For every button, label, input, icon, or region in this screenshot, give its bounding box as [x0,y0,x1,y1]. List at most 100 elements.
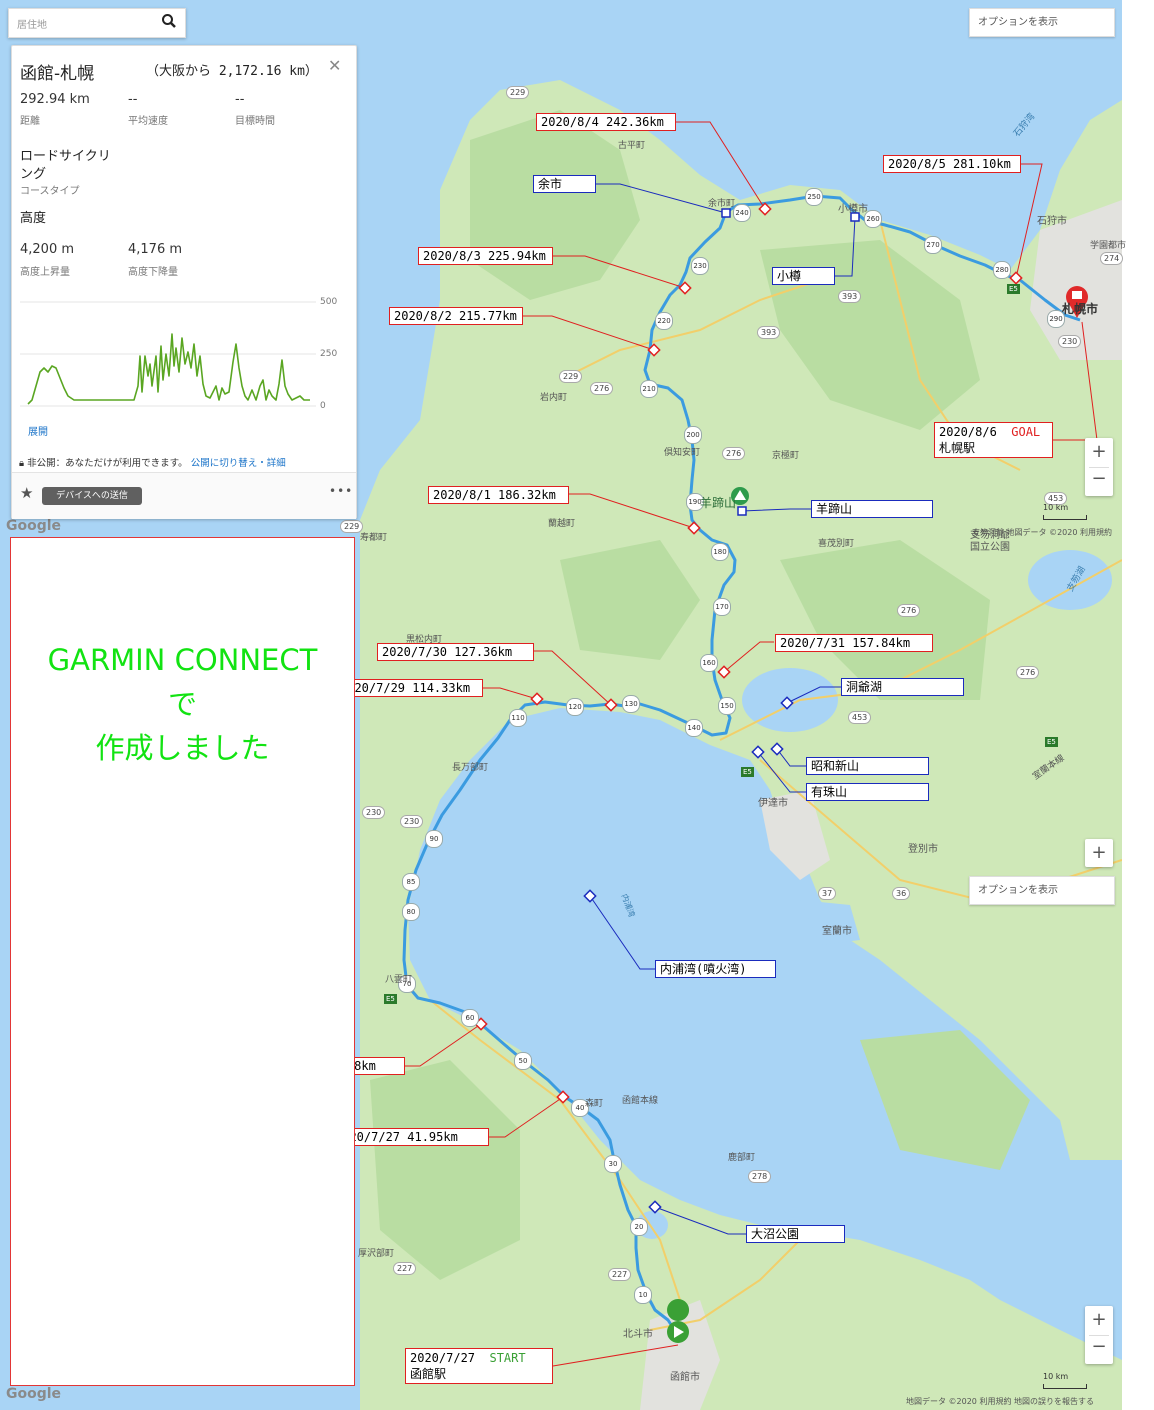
town-label: 喜茂別町 [818,539,855,549]
more-icon[interactable]: ••• [329,484,353,498]
elevation-line [27,333,310,405]
map-attribution: 支笏洞爺 地図データ ©2020 利用規約 [972,528,1112,537]
privacy-row: 🔒︎ 非公開：あなただけが利用できます。 公開に切り替え・詳細 [19,455,286,469]
town-label: 登別市 [908,844,938,855]
route-badge: 230 [1058,335,1082,348]
privacy-link[interactable]: 公開に切り替え・詳細 [191,458,286,469]
send-to-device-button[interactable]: デバイスへの送信 [42,487,142,505]
zoom-in-button[interactable]: + [1085,1309,1113,1330]
town-label: 蘭越町 [548,519,576,529]
km-marker: 50 [514,1052,532,1070]
km-marker: 130 [622,695,640,713]
route-badge: 227 [608,1268,632,1281]
scale-bar: 10 km [1043,503,1087,520]
km-marker: 120 [566,698,584,716]
km-marker: 170 [713,598,731,616]
avg-speed-value: -- [128,92,138,107]
route-badge: 230 [400,815,424,828]
elevation-ytick: 0 [320,401,326,411]
route-badge: 276 [590,382,614,395]
km-marker: 270 [924,236,942,254]
search-icon[interactable] [161,13,177,29]
target-time-label: 目標時間 [235,116,275,127]
route-badge: 276 [1016,666,1040,679]
place-showashinzan: 昭和新山 [806,757,929,775]
privacy-text: 非公開：あなただけが利用できます。 [27,458,188,469]
elevation-heading: 高度 [20,211,47,226]
annotation-2020-08-05: 2020/8/5 281.10km [883,155,1021,173]
town-label: 伊達市 [758,798,788,809]
km-marker: 140 [685,719,703,737]
route-badge: 230 [362,806,386,819]
expressway-badge: E5 [741,767,754,777]
zoom-in-button[interactable]: + [1085,441,1113,462]
route-badge: 276 [897,604,921,617]
zoom-control: + − [1085,438,1113,496]
annotation-start: 2020/7/27 START 函館駅 [405,1348,553,1384]
zoom-in-button[interactable]: + [1085,839,1113,867]
annotation-2020-07-31: 2020/7/31 157.84km [775,634,933,652]
town-label: 余市町 [708,199,736,209]
town-label: 長万部町 [452,763,489,773]
route-badge: 393 [838,290,862,303]
town-label: 岩内町 [540,393,568,403]
options-button[interactable]: オプションを表示 [969,876,1115,905]
elevation-chart [20,301,316,407]
route-badge: 37 [818,887,837,900]
annotation-2020-08-06: 2020/8/6 GOAL 札幌駅 [934,422,1053,458]
search-box[interactable]: 居住地 [8,8,186,38]
map-attribution: 地図データ ©2020 利用規約 地図の誤りを報告する [906,1397,1094,1406]
course-panel: 函館-札幌 （大阪から 2,172.16 km） ✕ 292.94 km 距離 … [11,45,357,519]
zoom-control: + − [1085,1306,1113,1364]
km-marker: 60 [461,1009,479,1027]
place-yoichi: 余市 [533,175,596,193]
scale-label: 10 km [1043,1372,1069,1381]
town-label: 八雲町 [385,975,413,985]
town-label: 国立公園 [970,542,1010,553]
km-marker: 160 [700,654,718,672]
km-marker: 220 [655,312,673,330]
route-badge: 36 [892,887,911,900]
note-line: 作成しました [95,731,270,765]
km-marker: 30 [604,1155,622,1173]
close-icon[interactable]: ✕ [328,56,341,75]
annotation-2020-08-04: 2020/8/4 242.36km [536,113,676,131]
expand-link[interactable]: 展開 [28,423,48,438]
goal-place: 札幌駅 [939,441,976,455]
km-marker: 85 [402,873,420,891]
expressway-badge: E5 [1007,284,1020,294]
town-label: 厚沢部町 [358,1249,395,1259]
km-marker: 240 [733,204,751,222]
town-label: 古平町 [618,141,646,151]
town-label: 札幌市 [1062,302,1099,316]
annotation-2020-08-01: 2020/8/1 186.32km [428,486,569,504]
route-badge: 274 [1100,252,1124,265]
km-marker: 280 [993,261,1011,279]
route-badge: 229 [340,520,364,533]
elevation-gain-value: 4,200 m [20,242,75,257]
km-marker: 20 [630,1218,648,1236]
panel-footer: ★ デバイスへの送信 ••• [12,472,356,519]
km-marker: 210 [640,380,658,398]
place-onuma: 大沼公園 [746,1225,845,1243]
distance-value: 292.94 km [20,92,90,107]
zoom-out-button[interactable]: − [1085,1336,1113,1357]
annotation-2020-07-29: 2020/7/29 114.33km [335,679,483,697]
annotation-2020-08-02: 2020/8/2 215.77km [389,307,523,325]
zoom-out-button[interactable]: − [1085,468,1113,489]
route-badge: 229 [559,370,583,383]
km-marker: 110 [509,709,527,727]
town-label: 京極町 [772,451,800,461]
route-badge: 278 [748,1170,772,1183]
place-yoteizan: 羊蹄山 [811,500,933,518]
start-word: START [489,1351,526,1365]
town-label: 倶知安町 [664,448,701,458]
star-icon[interactable]: ★ [20,484,33,502]
goal-word: GOAL [1011,425,1041,439]
place-otaru: 小樽 [772,267,835,285]
elevation-ytick: 500 [320,297,338,307]
km-marker: 80 [402,903,420,921]
options-button[interactable]: オプションを表示 [969,8,1115,37]
expressway-badge: E5 [1045,737,1058,747]
start-place: 函館駅 [410,1367,447,1381]
